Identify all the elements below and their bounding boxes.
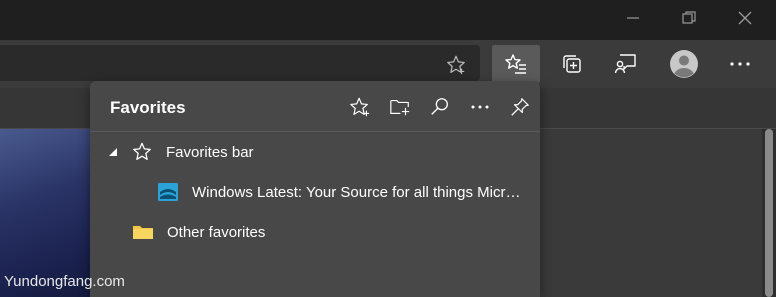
more-icon: [730, 62, 750, 66]
star-icon: [133, 142, 151, 160]
close-icon: [738, 11, 752, 25]
favorites-bar-label: Favorites bar: [166, 143, 254, 161]
add-to-favorites-button[interactable]: [444, 53, 468, 77]
favorites-button[interactable]: [492, 45, 540, 83]
more-options-button[interactable]: [460, 91, 500, 123]
close-button[interactable]: [722, 0, 768, 36]
watermark-text: Yundongfang.com: [4, 273, 125, 290]
favorites-panel-title: Favorites: [110, 98, 186, 117]
folder-icon: [133, 226, 153, 239]
favorites-icon: [505, 54, 526, 74]
panel-divider: [90, 131, 540, 132]
scrollbar[interactable]: [762, 129, 776, 297]
profile-icon: [670, 50, 698, 78]
restore-icon: [682, 11, 696, 24]
collections-icon: [563, 55, 581, 73]
pin-icon: [511, 98, 529, 116]
other-favorites-folder[interactable]: Other favorites: [90, 214, 540, 250]
add-folder-button[interactable]: [380, 91, 420, 123]
favorites-panel: Favorites Favorites bar Windows Latest: …: [90, 81, 540, 297]
search-favorites-button[interactable]: [420, 91, 460, 123]
address-bar[interactable]: [0, 45, 480, 81]
restore-button[interactable]: [666, 0, 712, 36]
feedback-icon: [614, 54, 636, 74]
title-bar: [0, 0, 776, 40]
favorite-item-windows-latest[interactable]: Windows Latest: Your Source for all thin…: [90, 174, 540, 210]
favorite-item-label: Windows Latest: Your Source for all thin…: [192, 183, 524, 201]
settings-more-button[interactable]: [716, 45, 764, 83]
add-favorite-icon: [350, 97, 370, 117]
more-options-icon: [471, 105, 489, 109]
add-folder-icon: [390, 99, 410, 116]
collections-button[interactable]: [548, 45, 596, 83]
profile-button[interactable]: [660, 45, 708, 83]
minimize-icon: [627, 17, 639, 19]
pin-favorites-button[interactable]: [500, 91, 540, 123]
page-hero-image: [0, 129, 100, 297]
site-favicon: [158, 183, 178, 201]
scrollbar-thumb[interactable]: [765, 129, 773, 297]
favorites-panel-actions: [340, 91, 540, 123]
favorites-bar-folder[interactable]: Favorites bar: [90, 134, 540, 170]
collapse-triangle-icon[interactable]: [108, 147, 118, 157]
add-favorite-button[interactable]: [340, 91, 380, 123]
search-icon: [431, 98, 448, 115]
star-add-icon: [447, 55, 465, 75]
minimize-button[interactable]: [610, 0, 656, 36]
feedback-button[interactable]: [602, 45, 650, 83]
other-favorites-label: Other favorites: [167, 223, 266, 241]
